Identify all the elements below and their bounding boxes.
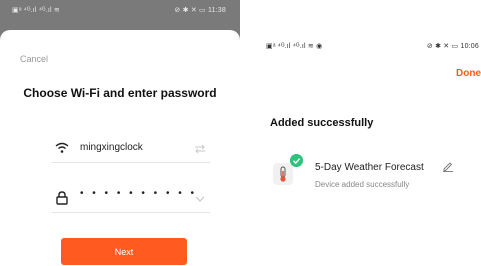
wifi-setup-screen: ▣ᵃ ⁴ᴳ.ıl ⁴ᴳ.ıl ≋ ⊘ ✱ ✕ ▭ 11:38 Cancel Ch… (0, 0, 240, 266)
added-success-screen: ▣ᵃ ⁴ᴳ.ıl ⁴ᴳ.ıl ≋ ◉ ⊘ ✱ ✕ ▭ 10:06 Done Ad… (252, 0, 481, 266)
wifi-icon (55, 142, 69, 153)
page-title: Added successfully (270, 117, 374, 129)
check-badge-icon (290, 154, 303, 167)
lock-icon (56, 191, 68, 205)
device-name: 5-Day Weather Forecast (315, 162, 424, 173)
next-button[interactable]: Next (61, 238, 187, 265)
done-button[interactable]: Done (456, 68, 481, 79)
password-field[interactable]: • • • • • • • • • • (52, 186, 210, 213)
password-value: • • • • • • • • • • (80, 188, 198, 199)
device-status: Device added successfully (315, 180, 410, 189)
pencil-icon[interactable] (442, 160, 454, 172)
status-bar-left: ▣ᵃ ⁴ᴳ.ıl ⁴ᴳ.ıl ≋ ◉ (266, 43, 323, 50)
chevron-down-icon[interactable] (194, 193, 206, 205)
wifi-field[interactable]: mingxingclock (52, 136, 210, 163)
wifi-name: mingxingclock (80, 142, 143, 153)
status-bar-right: ⊘ ✱ ✕ ▭ 11:38 (174, 7, 226, 14)
status-bar-left: ▣ᵃ ⁴ᴳ.ıl ⁴ᴳ.ıl ≋ (12, 7, 60, 14)
status-bar-right: ⊘ ✱ ✕ ▭ 10:06 (426, 43, 479, 50)
switch-arrows-icon[interactable] (194, 143, 206, 155)
page-title: Choose Wi-Fi and enter password (23, 86, 217, 100)
cancel-button[interactable]: Cancel (20, 54, 48, 64)
